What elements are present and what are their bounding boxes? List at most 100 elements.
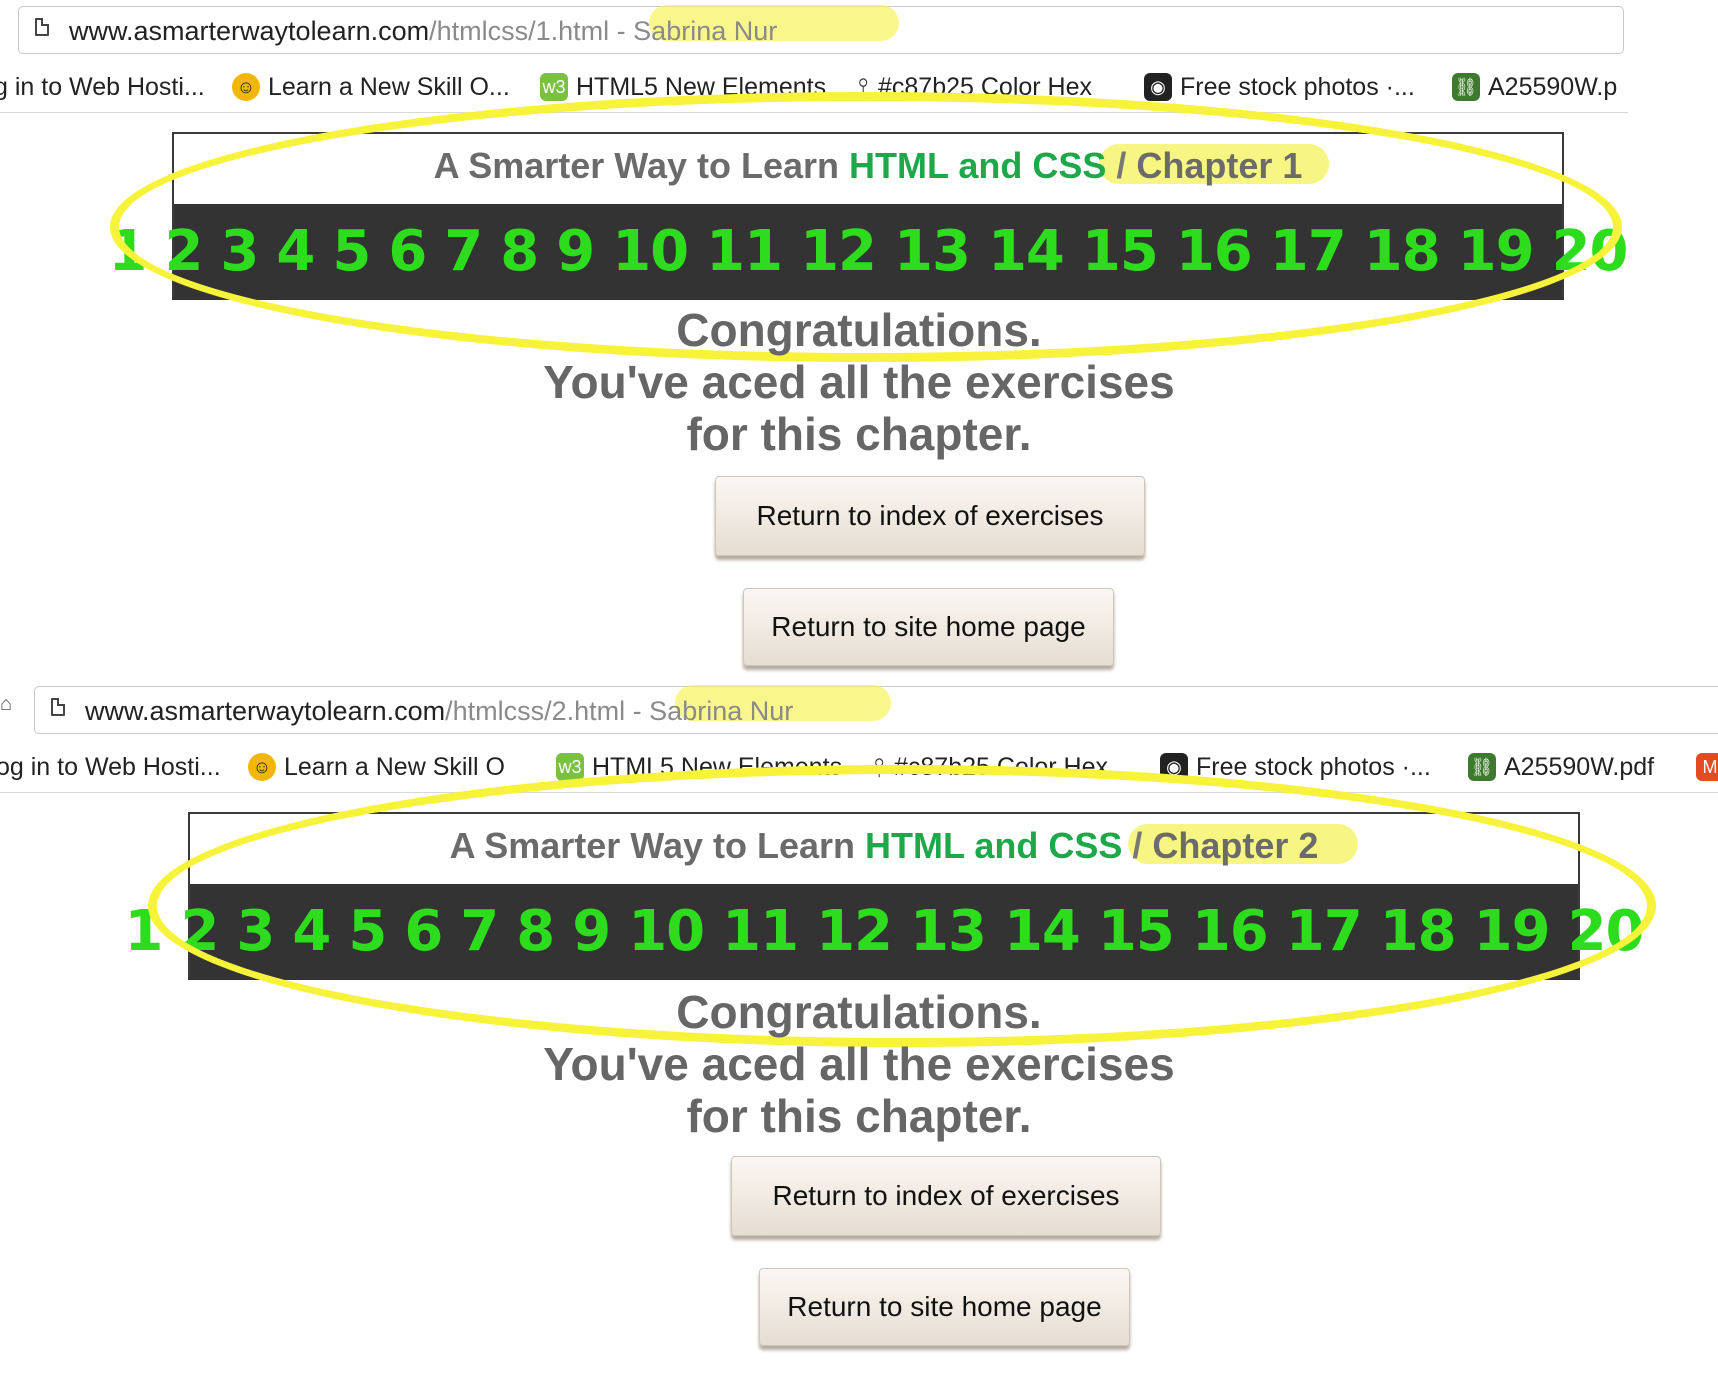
- pin-icon: ⫯: [873, 752, 885, 782]
- exercise-link-15[interactable]: 15: [1076, 222, 1164, 282]
- home-icon[interactable]: ⌂: [0, 694, 14, 714]
- bookmark-learn[interactable]: ☺ Learn a New Skill O...: [232, 70, 510, 104]
- exercise-link-5[interactable]: 5: [326, 222, 376, 282]
- bookmark-learn[interactable]: ☺ Learn a New Skill O: [248, 750, 505, 784]
- exercise-link-20[interactable]: 20: [1546, 222, 1634, 282]
- title-separator: /: [1116, 145, 1127, 186]
- bookmark-color-hex[interactable]: ⫯ #c87b25 Color Hex: [856, 70, 1092, 104]
- screenshot-chapter-1: www.asmarterwaytolearn.com/htmlcss/1.htm…: [0, 0, 1718, 680]
- bookmark-html5[interactable]: w3 HTML5 New Elements: [540, 70, 826, 104]
- exercise-link-2[interactable]: 2: [158, 222, 208, 282]
- exercise-link-17[interactable]: 17: [1264, 222, 1352, 282]
- congrats-line: Congratulations.: [676, 304, 1042, 356]
- bookmark-pdf[interactable]: ⛓ A25590W.p: [1452, 70, 1617, 104]
- address-bar[interactable]: www.asmarterwaytolearn.com/htmlcss/2.htm…: [34, 685, 1718, 734]
- exercise-link-19[interactable]: 19: [1452, 222, 1540, 282]
- exercise-link-11[interactable]: 11: [700, 222, 788, 282]
- return-to-home-button[interactable]: Return to site home page: [743, 588, 1114, 666]
- bookmark-magento[interactable]: M: [1696, 750, 1718, 784]
- exercise-link-12[interactable]: 12: [810, 902, 898, 962]
- bookmark-label: #c87b25 Color Hex: [878, 73, 1093, 101]
- exercise-link-18[interactable]: 18: [1374, 902, 1462, 962]
- exercise-link-4[interactable]: 4: [270, 222, 320, 282]
- title-subject[interactable]: HTML and CSS: [849, 145, 1106, 186]
- exercise-link-11[interactable]: 11: [716, 902, 804, 962]
- exercise-link-19[interactable]: 19: [1468, 902, 1556, 962]
- exercise-link-4[interactable]: 4: [286, 902, 336, 962]
- title-subject[interactable]: HTML and CSS: [865, 825, 1122, 866]
- congrats-line: Congratulations.: [676, 986, 1042, 1038]
- exercise-link-7[interactable]: 7: [454, 902, 504, 962]
- exercise-link-14[interactable]: 14: [982, 222, 1070, 282]
- bookmark-label: A25590W.p: [1488, 73, 1618, 101]
- bookmark-hostgator[interactable]: og in to Web Hosti...: [0, 750, 221, 784]
- bookmark-label: Free stock photos ·...: [1196, 753, 1431, 781]
- exercise-link-16[interactable]: 16: [1170, 222, 1258, 282]
- exercise-link-10[interactable]: 10: [622, 902, 710, 962]
- w3-icon: w3: [556, 753, 584, 781]
- chapter-header: A Smarter Way to Learn HTML and CSS / Chap…: [124, 812, 1645, 980]
- congrats-message: Congratulations. You've aced all the exe…: [0, 304, 1718, 460]
- bookmark-stock-photos[interactable]: ◉ Free stock photos ·...: [1144, 70, 1415, 104]
- exercise-link-8[interactable]: 8: [510, 902, 560, 962]
- exercise-link-17[interactable]: 17: [1280, 902, 1368, 962]
- learn-icon: ☺: [248, 753, 276, 781]
- exercise-link-18[interactable]: 18: [1358, 222, 1446, 282]
- title-prefix: A Smarter Way to Learn: [433, 145, 850, 186]
- congrats-line: You've aced all the exercises: [543, 1038, 1175, 1090]
- exercise-number-bar: 1 2 3 4 5 6 7 8 9 10 11 12 13 14 15 16 17 18 19 20: [108, 204, 1629, 300]
- chain-icon: ⛓: [1468, 753, 1496, 781]
- return-to-index-button[interactable]: Return to index of exercises: [731, 1156, 1161, 1236]
- url-text: www.asmarterwaytolearn.com/htmlcss/1.htm…: [69, 15, 777, 47]
- exercise-link-3[interactable]: 3: [214, 222, 264, 282]
- bookmark-label: HTML5 New Elements: [592, 753, 843, 781]
- bookmark-label: og in to Web Hosti...: [0, 753, 221, 781]
- return-to-index-button[interactable]: Return to index of exercises: [715, 476, 1145, 556]
- bookmark-stock-photos[interactable]: ◉ Free stock photos ·...: [1160, 750, 1431, 784]
- exercise-link-3[interactable]: 3: [230, 902, 280, 962]
- exercise-link-5[interactable]: 5: [342, 902, 392, 962]
- exercise-link-9[interactable]: 9: [566, 902, 616, 962]
- exercise-link-6[interactable]: 6: [382, 222, 432, 282]
- bookmark-hostgator[interactable]: g in to Web Hosti...: [0, 70, 205, 104]
- exercise-link-1[interactable]: 1: [118, 902, 168, 962]
- pin-icon: ⫯: [857, 72, 869, 102]
- chain-icon: ⛓: [1452, 73, 1480, 101]
- exercise-link-16[interactable]: 16: [1186, 902, 1274, 962]
- exercise-link-6[interactable]: 6: [398, 902, 448, 962]
- congrats-line: for this chapter.: [686, 1090, 1032, 1142]
- camera-icon: ◉: [1160, 753, 1188, 781]
- magento-icon: M: [1696, 753, 1718, 781]
- bookmark-label: Free stock photos ·...: [1180, 73, 1415, 101]
- exercise-link-1[interactable]: 1: [102, 222, 152, 282]
- camera-icon: ◉: [1144, 73, 1172, 101]
- exercise-link-2[interactable]: 2: [174, 902, 224, 962]
- exercise-link-20[interactable]: 20: [1562, 902, 1650, 962]
- exercise-link-14[interactable]: 14: [998, 902, 1086, 962]
- page-icon: [51, 698, 65, 716]
- exercise-link-7[interactable]: 7: [438, 222, 488, 282]
- title-separator: /: [1132, 825, 1143, 866]
- congrats-line: You've aced all the exercises: [543, 356, 1175, 408]
- url-domain: www.asmarterwaytolearn.com: [85, 696, 446, 726]
- chapter-label: Chapter 1: [1136, 145, 1303, 186]
- return-to-home-button[interactable]: Return to site home page: [759, 1268, 1130, 1346]
- bookmark-label: A25590W.pdf: [1504, 753, 1655, 781]
- bookmark-html5[interactable]: w3 HTML5 New Elements: [556, 750, 842, 784]
- url-text: www.asmarterwaytolearn.com/htmlcss/2.htm…: [85, 695, 793, 727]
- exercise-link-13[interactable]: 13: [904, 902, 992, 962]
- address-bar[interactable]: www.asmarterwaytolearn.com/htmlcss/1.htm…: [18, 5, 1624, 54]
- exercise-link-15[interactable]: 15: [1092, 902, 1180, 962]
- exercise-link-8[interactable]: 8: [494, 222, 544, 282]
- exercise-link-12[interactable]: 12: [794, 222, 882, 282]
- exercise-link-9[interactable]: 9: [550, 222, 600, 282]
- bookmark-pdf[interactable]: ⛓ A25590W.pdf: [1468, 750, 1654, 784]
- page-icon: [35, 18, 49, 36]
- chapter-header: A Smarter Way to Learn HTML and CSS / Chap…: [108, 132, 1629, 300]
- bookmark-color-hex[interactable]: ⫯ #c87b25 Color Hex: [872, 750, 1108, 784]
- w3-icon: w3: [540, 73, 568, 101]
- exercise-link-10[interactable]: 10: [606, 222, 694, 282]
- bookmarks-bar: g in to Web Hosti... ☺ Learn a New Skill …: [0, 62, 1628, 113]
- url-path: /htmlcss/1.html: [429, 16, 610, 46]
- exercise-link-13[interactable]: 13: [888, 222, 976, 282]
